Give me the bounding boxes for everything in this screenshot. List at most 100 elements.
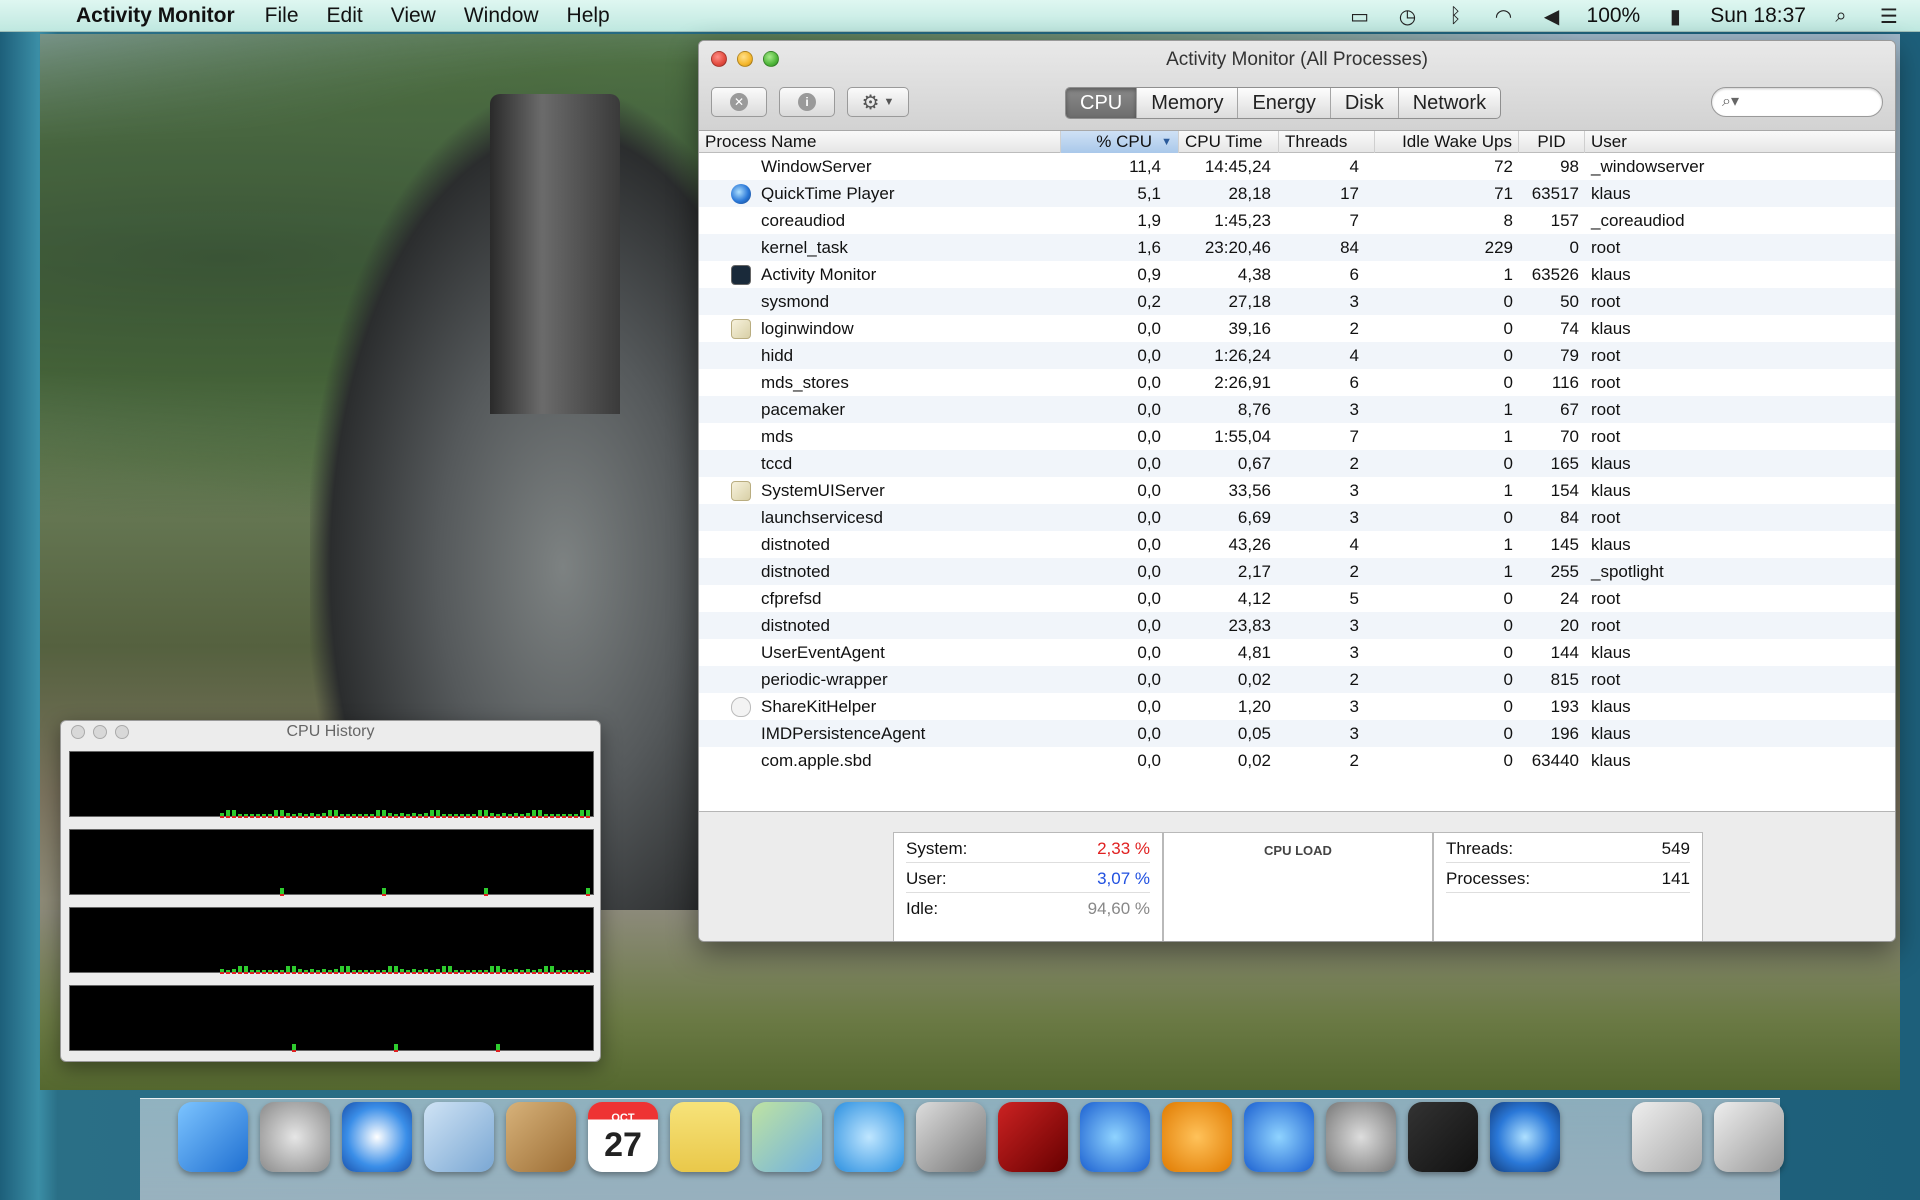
- table-row[interactable]: sysmond 0,2 27,18 3 0 50 root: [699, 288, 1895, 315]
- quit-process-button[interactable]: ✕: [711, 87, 767, 117]
- cpu-load-graph: [1164, 833, 1434, 942]
- cpu-history-bar-system: [310, 972, 314, 974]
- table-row[interactable]: tccd 0,0 0,67 2 0 165 klaus: [699, 450, 1895, 477]
- quicktime-dock-icon[interactable]: [1490, 1102, 1560, 1172]
- activity-monitor-icon: [731, 265, 751, 285]
- battery-icon[interactable]: ▮: [1662, 5, 1688, 28]
- table-row[interactable]: com.apple.sbd 0,0 0,02 2 0 63440 klaus: [699, 747, 1895, 774]
- process-name: hidd: [761, 346, 794, 365]
- maps-icon[interactable]: [752, 1102, 822, 1172]
- spotlight-icon[interactable]: ⌕: [1828, 5, 1854, 27]
- launchpad-icon[interactable]: [260, 1102, 330, 1172]
- cpu-history-bar: [538, 810, 542, 816]
- contacts-icon[interactable]: [506, 1102, 576, 1172]
- cpu-history-bar-system: [508, 816, 512, 818]
- tab-memory[interactable]: Memory: [1137, 88, 1239, 118]
- menu-window[interactable]: Window: [464, 4, 539, 28]
- notes-icon[interactable]: [670, 1102, 740, 1172]
- table-row[interactable]: distnoted 0,0 43,26 4 1 145 klaus: [699, 531, 1895, 558]
- cpu-history-bar-system: [334, 816, 338, 818]
- photo-booth-icon[interactable]: [998, 1102, 1068, 1172]
- table-row[interactable]: pacemaker 0,0 8,76 3 1 67 root: [699, 396, 1895, 423]
- table-row[interactable]: kernel_task 1,6 23:20,46 84 229 0 root: [699, 234, 1895, 261]
- ibooks-icon[interactable]: [1162, 1102, 1232, 1172]
- pid: 144: [1550, 643, 1579, 662]
- process-name: launchservicesd: [761, 508, 883, 527]
- column-pid[interactable]: PID: [1519, 131, 1585, 153]
- table-row[interactable]: distnoted 0,0 2,17 2 1 255 _spotlight: [699, 558, 1895, 585]
- activity-monitor-dock-icon[interactable]: [1408, 1102, 1478, 1172]
- table-row[interactable]: ShareKitHelper 0,0 1,20 3 0 193 klaus: [699, 693, 1895, 720]
- column-cpu-time[interactable]: CPU Time: [1179, 131, 1279, 153]
- cpu-history-bar: [424, 813, 428, 816]
- cpu-percent: 0,2: [1137, 292, 1161, 311]
- table-row[interactable]: periodic-wrapper 0,0 0,02 2 0 815 root: [699, 666, 1895, 693]
- system-preferences-icon[interactable]: [1326, 1102, 1396, 1172]
- app-menu[interactable]: Activity Monitor: [76, 4, 235, 28]
- inspect-process-button[interactable]: i: [779, 87, 835, 117]
- mail-icon[interactable]: [424, 1102, 494, 1172]
- cpu-history-bar: [364, 970, 368, 972]
- battery-percent[interactable]: 100%: [1587, 4, 1641, 28]
- column-threads[interactable]: Threads: [1279, 131, 1375, 153]
- messages-icon[interactable]: [834, 1102, 904, 1172]
- airplay-icon[interactable]: ▭: [1347, 5, 1373, 28]
- menu-view[interactable]: View: [391, 4, 436, 28]
- tab-cpu[interactable]: CPU: [1066, 88, 1138, 118]
- tab-disk[interactable]: Disk: [1331, 88, 1399, 118]
- table-row[interactable]: IMDPersistenceAgent 0,0 0,05 3 0 196 klaus: [699, 720, 1895, 747]
- cpu-time: 0,02: [1237, 670, 1271, 689]
- idle-wake-ups: 0: [1503, 670, 1513, 689]
- app-store-icon[interactable]: [1244, 1102, 1314, 1172]
- itunes-icon[interactable]: [1080, 1102, 1150, 1172]
- tab-energy[interactable]: Energy: [1238, 88, 1331, 118]
- process-name: cfprefsd: [761, 589, 822, 608]
- menu-edit[interactable]: Edit: [327, 4, 363, 28]
- pid: 98: [1560, 157, 1579, 176]
- table-row[interactable]: distnoted 0,0 23,83 3 0 20 root: [699, 612, 1895, 639]
- calendar-icon[interactable]: OCT 27: [588, 1102, 658, 1172]
- finder-icon[interactable]: [178, 1102, 248, 1172]
- table-row[interactable]: Activity Monitor 0,9 4,38 6 1 63526 klaus: [699, 261, 1895, 288]
- notification-center-icon[interactable]: ☰: [1876, 5, 1902, 28]
- wifi-icon[interactable]: ◠: [1491, 5, 1517, 28]
- system-value: 2,33 %: [1097, 839, 1150, 858]
- table-row[interactable]: WindowServer 11,4 14:45,24 4 72 98 _windowserv…: [699, 153, 1895, 180]
- table-row[interactable]: cfprefsd 0,0 4,12 5 0 24 root: [699, 585, 1895, 612]
- trash-icon[interactable]: [1714, 1102, 1784, 1172]
- search-input[interactable]: ⌕▾: [1711, 87, 1883, 117]
- action-menu-button[interactable]: ⚙ ▼: [847, 87, 909, 117]
- table-row[interactable]: launchservicesd 0,0 6,69 3 0 84 root: [699, 504, 1895, 531]
- cpu-history-bar-system: [442, 972, 446, 974]
- bluetooth-icon[interactable]: ᛒ: [1443, 5, 1469, 27]
- cpu-history-bar: [226, 810, 230, 816]
- cpu-percent: 0,0: [1137, 346, 1161, 365]
- cpu-history-bar: [508, 970, 512, 972]
- idle-wake-ups: 1: [1503, 265, 1513, 284]
- cpu-history-bar: [316, 814, 320, 816]
- safari-icon[interactable]: [342, 1102, 412, 1172]
- table-row[interactable]: loginwindow 0,0 39,16 2 0 74 klaus: [699, 315, 1895, 342]
- column-process-name[interactable]: Process Name: [699, 131, 1061, 153]
- time-machine-icon[interactable]: ◷: [1395, 5, 1421, 28]
- facetime-icon[interactable]: [916, 1102, 986, 1172]
- menu-help[interactable]: Help: [567, 4, 610, 28]
- table-row[interactable]: SystemUIServer 0,0 33,56 3 1 154 klaus: [699, 477, 1895, 504]
- table-row[interactable]: UserEventAgent 0,0 4,81 3 0 144 klaus: [699, 639, 1895, 666]
- table-row[interactable]: coreaudiod 1,9 1:45,23 7 8 157 _coreaudiod: [699, 207, 1895, 234]
- table-row[interactable]: mds_stores 0,0 2:26,91 6 0 116 root: [699, 369, 1895, 396]
- downloads-icon[interactable]: [1632, 1102, 1702, 1172]
- table-row[interactable]: hidd 0,0 1:26,24 4 0 79 root: [699, 342, 1895, 369]
- menu-clock[interactable]: Sun 18:37: [1710, 4, 1806, 28]
- column-user[interactable]: User: [1585, 131, 1895, 153]
- table-row[interactable]: QuickTime Player 5,1 28,18 17 71 63517 klaus: [699, 180, 1895, 207]
- tab-network[interactable]: Network: [1399, 88, 1500, 118]
- volume-icon[interactable]: ◀: [1539, 5, 1565, 28]
- cpu-history-bar-system: [262, 972, 266, 974]
- column-idle-wake-ups[interactable]: Idle Wake Ups: [1375, 131, 1519, 153]
- menu-file[interactable]: File: [265, 4, 299, 28]
- table-row[interactable]: mds 0,0 1:55,04 7 1 70 root: [699, 423, 1895, 450]
- column-cpu-percent[interactable]: % CPU ▼: [1061, 131, 1179, 153]
- cpu-history-bar-system: [358, 816, 362, 818]
- cpu-history-bar: [274, 810, 278, 816]
